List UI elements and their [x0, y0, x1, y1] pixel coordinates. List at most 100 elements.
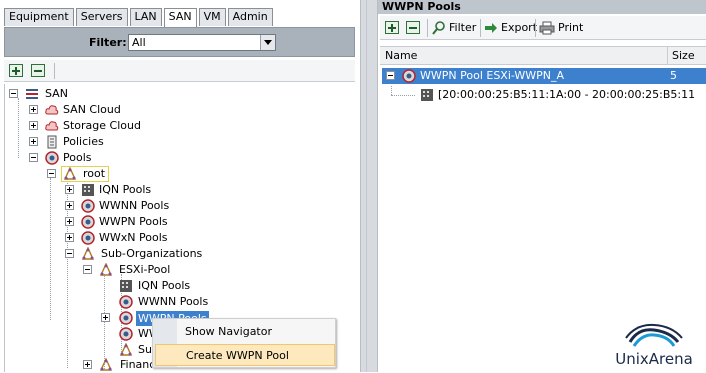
toolbar-divider	[427, 19, 428, 37]
expand-all-icon[interactable]	[9, 64, 23, 77]
collapse-icon[interactable]	[65, 249, 74, 258]
add-icon[interactable]	[385, 21, 399, 34]
tree-label: root	[83, 167, 106, 180]
cloud-icon	[45, 121, 59, 131]
unixarena-logo: UnixArena	[608, 322, 700, 370]
tree-label: ESXi-Pool	[119, 263, 171, 276]
policy-icon	[47, 135, 57, 149]
tab-equipment[interactable]: Equipment	[4, 8, 74, 26]
filter-bar: Filter: All	[4, 27, 355, 57]
tree-label: WWxN Pools	[99, 231, 168, 244]
wwpn-block-icon	[421, 89, 433, 101]
collapse-icon[interactable]	[386, 71, 395, 80]
tab-servers[interactable]: Servers	[75, 8, 128, 26]
export-icon	[485, 23, 497, 33]
expand-icon[interactable]	[29, 121, 38, 130]
table-header: Name Size	[380, 46, 706, 65]
pool-icon	[81, 199, 95, 213]
filter-icon	[432, 21, 445, 35]
tree-connector	[50, 178, 51, 320]
splitter-grip	[366, 0, 367, 372]
row-name: WWPN Pool ESXi-WWPN_A	[420, 69, 565, 82]
toolbar-divider	[535, 19, 536, 37]
panel-header: WWPN Pools	[378, 0, 706, 14]
tree-label: IQN Pools	[99, 183, 152, 196]
expand-icon[interactable]	[65, 233, 74, 242]
table-row[interactable]: [20:00:00:25:B5:11:1A:00 - 20:00:00:25:B…	[382, 86, 706, 104]
navigation-pane: Equipment Servers LAN SAN VM Admin Filte…	[0, 0, 360, 372]
org-icon	[81, 247, 95, 260]
pool-icon	[81, 215, 95, 229]
collapse-all-icon[interactable]	[31, 64, 45, 77]
collapse-icon[interactable]	[47, 169, 56, 178]
print-button-label: Print	[558, 21, 584, 34]
tree-label: Sub-Organizations	[101, 247, 203, 260]
tree-toolbar	[4, 60, 355, 82]
column-header-size[interactable]: Size	[672, 49, 695, 62]
tab-san[interactable]: SAN	[163, 8, 197, 27]
expand-icon[interactable]	[29, 105, 38, 114]
tree-label: Policies	[63, 135, 104, 148]
expand-icon[interactable]	[65, 201, 74, 210]
tree-label: WWPN Pools	[99, 215, 168, 228]
tree-label: WWNN Pools	[99, 199, 170, 212]
print-icon	[539, 21, 555, 35]
row-name: [20:00:00:25:B5:11:1A:00 - 20:00:00:25:B…	[438, 88, 696, 101]
tree-label: IQN Pools	[138, 279, 191, 292]
tree-label: SAN Cloud	[63, 103, 121, 116]
cloud-icon	[45, 105, 59, 115]
tab-lan[interactable]: LAN	[129, 8, 162, 26]
filter-button-label: Filter	[449, 21, 477, 34]
logo-mark-icon	[625, 323, 683, 347]
org-icon	[99, 358, 113, 371]
nav-tabs: Equipment Servers LAN SAN VM Admin	[4, 8, 275, 27]
column-header-name[interactable]: Name	[385, 49, 417, 62]
tab-vm[interactable]: VM	[198, 8, 226, 26]
table-toolbar: Filter Export Print	[380, 16, 706, 40]
tab-admin[interactable]: Admin	[227, 8, 273, 26]
context-menu: Show Navigator Create WWPN Pool	[152, 318, 336, 368]
chevron-down-icon[interactable]	[260, 35, 275, 50]
expand-icon[interactable]	[29, 137, 38, 146]
remove-icon[interactable]	[406, 21, 420, 34]
tree-label: WWNN Pools	[138, 295, 209, 308]
iqn-pool-icon	[82, 184, 94, 196]
pool-icon	[119, 327, 133, 341]
pool-icon	[119, 311, 133, 325]
org-icon	[63, 167, 77, 180]
filter-label: Filter:	[89, 36, 127, 49]
tree-label: Storage Cloud	[63, 119, 141, 132]
expand-icon[interactable]	[101, 313, 110, 322]
panel-title: WWPN Pools	[382, 0, 461, 13]
org-icon	[119, 343, 133, 356]
collapse-icon[interactable]	[29, 153, 38, 162]
collapse-icon[interactable]	[9, 89, 18, 98]
logo-text: UnixArena	[615, 350, 693, 368]
iqn-pool-icon	[120, 280, 132, 292]
org-icon	[99, 263, 113, 276]
row-size: 5	[670, 69, 677, 82]
san-icon	[26, 89, 38, 99]
expand-icon[interactable]	[83, 360, 92, 369]
tree-label: SAN	[45, 87, 68, 100]
pool-icon	[45, 151, 59, 165]
content-pane: WWPN Pools Filter Export Print Name Size…	[378, 0, 706, 372]
collapse-icon[interactable]	[83, 265, 92, 274]
column-divider[interactable]	[667, 47, 668, 65]
filter-select[interactable]: All	[128, 34, 276, 51]
toolbar-divider	[54, 63, 55, 79]
tree-label: Pools	[63, 151, 92, 164]
pool-icon	[119, 295, 133, 309]
pool-icon	[402, 69, 416, 83]
menu-item-show-navigator[interactable]: Show Navigator	[155, 321, 335, 343]
export-button-label: Export	[501, 21, 538, 34]
expand-icon[interactable]	[65, 185, 74, 194]
table-row[interactable]: WWPN Pool ESXi-WWPN_A 5	[382, 68, 706, 84]
expand-icon[interactable]	[65, 217, 74, 226]
pane-splitter[interactable]	[360, 0, 378, 372]
filter-value: All	[132, 36, 146, 49]
pool-icon	[81, 231, 95, 245]
tree-label: Financ	[120, 358, 156, 371]
menu-item-create-wwpn-pool[interactable]: Create WWPN Pool	[155, 344, 335, 366]
tree-connector	[391, 86, 392, 95]
